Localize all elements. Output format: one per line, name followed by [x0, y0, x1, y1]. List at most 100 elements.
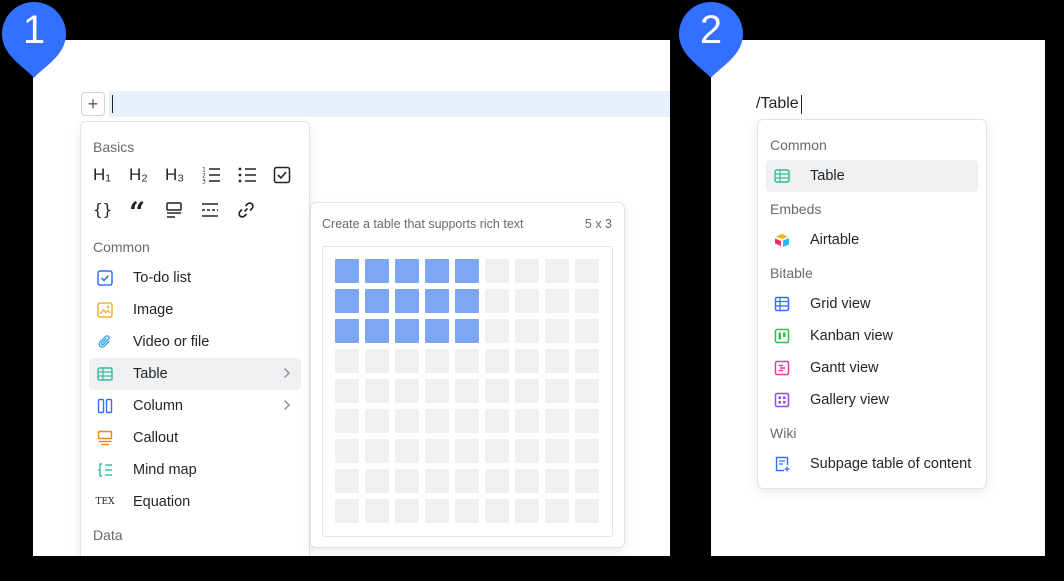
- table-grid-cell[interactable]: [575, 319, 599, 343]
- menu-item-callout[interactable]: Callout: [89, 422, 301, 454]
- table-grid-cell[interactable]: [575, 259, 599, 283]
- table-grid-cell[interactable]: [575, 439, 599, 463]
- menu-item-video-or-file[interactable]: Video or file: [89, 326, 301, 358]
- menu-item-equation[interactable]: TEX Equation: [89, 486, 301, 518]
- table-grid-cell[interactable]: [515, 259, 539, 283]
- dropdown-item-subpage-toc[interactable]: Subpage table of content: [766, 448, 978, 480]
- ordered-list-icon[interactable]: 123: [201, 161, 237, 189]
- dropdown-item-table[interactable]: Table: [766, 160, 978, 192]
- slash-command-input[interactable]: /Table: [756, 95, 799, 113]
- table-grid-cell-selected[interactable]: [335, 319, 359, 343]
- table-grid-cell[interactable]: [365, 409, 389, 433]
- table-grid-cell-selected[interactable]: [395, 289, 419, 313]
- table-grid-cell-selected[interactable]: [425, 259, 449, 283]
- table-grid-cell-selected[interactable]: [335, 259, 359, 283]
- table-grid-cell[interactable]: [335, 439, 359, 463]
- table-grid-cell[interactable]: [365, 499, 389, 523]
- heading2-icon[interactable]: H₂: [129, 161, 165, 189]
- table-grid-cell[interactable]: [455, 439, 479, 463]
- table-grid-cell[interactable]: [545, 259, 569, 283]
- table-grid-cell-selected[interactable]: [365, 319, 389, 343]
- table-grid-cell-selected[interactable]: [455, 289, 479, 313]
- table-grid-cell[interactable]: [485, 319, 509, 343]
- table-grid-cell-selected[interactable]: [395, 319, 419, 343]
- table-grid-cell[interactable]: [575, 469, 599, 493]
- table-grid-cell[interactable]: [335, 349, 359, 373]
- table-grid-cell-selected[interactable]: [425, 319, 449, 343]
- table-grid-cell[interactable]: [455, 349, 479, 373]
- bullet-list-icon[interactable]: [237, 161, 273, 189]
- table-grid-cell[interactable]: [455, 499, 479, 523]
- table-grid-cell[interactable]: [425, 499, 449, 523]
- table-grid-cell[interactable]: [335, 469, 359, 493]
- table-grid-cell[interactable]: [395, 439, 419, 463]
- table-grid-cell[interactable]: [425, 349, 449, 373]
- table-grid-cell[interactable]: [575, 379, 599, 403]
- table-grid-cell[interactable]: [545, 289, 569, 313]
- table-grid-cell[interactable]: [395, 349, 419, 373]
- table-grid-cell[interactable]: [545, 499, 569, 523]
- table-grid-cell-selected[interactable]: [455, 259, 479, 283]
- menu-item-table[interactable]: Table: [89, 358, 301, 390]
- table-grid-cell[interactable]: [335, 379, 359, 403]
- table-grid-cell-selected[interactable]: [395, 259, 419, 283]
- table-grid-cell[interactable]: [395, 379, 419, 403]
- add-block-button[interactable]: +: [81, 92, 105, 116]
- table-grid-cell-selected[interactable]: [455, 319, 479, 343]
- table-grid-cell[interactable]: [485, 439, 509, 463]
- menu-item-todo-list[interactable]: To-do list: [89, 262, 301, 294]
- heading1-icon[interactable]: H₁: [93, 161, 129, 189]
- table-grid-cell[interactable]: [545, 349, 569, 373]
- table-grid-cell[interactable]: [515, 319, 539, 343]
- menu-item-mind-map[interactable]: Mind map: [89, 454, 301, 486]
- divider-icon[interactable]: [201, 196, 237, 224]
- table-grid-cell[interactable]: [425, 439, 449, 463]
- table-grid-cell[interactable]: [455, 469, 479, 493]
- table-grid-cell[interactable]: [575, 499, 599, 523]
- table-grid-cell[interactable]: [455, 409, 479, 433]
- table-grid-cell[interactable]: [575, 409, 599, 433]
- table-grid-cell[interactable]: [545, 439, 569, 463]
- table-grid-cell[interactable]: [365, 379, 389, 403]
- table-grid-cell[interactable]: [575, 349, 599, 373]
- table-grid-cell[interactable]: [545, 379, 569, 403]
- table-grid-cell-selected[interactable]: [365, 259, 389, 283]
- table-grid-cell[interactable]: [365, 469, 389, 493]
- table-grid-cell-selected[interactable]: [425, 289, 449, 313]
- table-grid-cell[interactable]: [545, 319, 569, 343]
- table-grid-cell-selected[interactable]: [365, 289, 389, 313]
- table-grid-cell[interactable]: [485, 349, 509, 373]
- heading3-icon[interactable]: H₃: [165, 161, 201, 189]
- quote-icon[interactable]: “: [129, 196, 165, 224]
- table-grid-cell[interactable]: [485, 379, 509, 403]
- table-grid-cell[interactable]: [455, 379, 479, 403]
- table-grid-cell[interactable]: [515, 469, 539, 493]
- table-grid-cell[interactable]: [515, 409, 539, 433]
- code-block-icon[interactable]: {}: [93, 196, 129, 224]
- table-grid-cell[interactable]: [485, 259, 509, 283]
- table-grid-cell-selected[interactable]: [335, 289, 359, 313]
- table-grid-cell[interactable]: [485, 289, 509, 313]
- table-grid-cell[interactable]: [515, 349, 539, 373]
- table-grid-cell[interactable]: [425, 379, 449, 403]
- table-grid-cell[interactable]: [575, 289, 599, 313]
- dropdown-item-airtable[interactable]: Airtable: [766, 224, 978, 256]
- table-grid-cell[interactable]: [425, 469, 449, 493]
- dropdown-item-gallery-view[interactable]: Gallery view: [766, 384, 978, 416]
- menu-item-column[interactable]: Column: [89, 390, 301, 422]
- table-grid-cell[interactable]: [395, 469, 419, 493]
- quote-block-icon[interactable]: [165, 196, 201, 224]
- table-grid-cell[interactable]: [335, 499, 359, 523]
- table-grid-cell[interactable]: [515, 439, 539, 463]
- dropdown-item-grid-view[interactable]: Grid view: [766, 288, 978, 320]
- table-grid-cell[interactable]: [485, 499, 509, 523]
- table-grid-cell[interactable]: [545, 409, 569, 433]
- dropdown-item-gantt-view[interactable]: Gantt view: [766, 352, 978, 384]
- menu-item-image[interactable]: Image: [89, 294, 301, 326]
- table-grid-cell[interactable]: [485, 409, 509, 433]
- table-grid-cell[interactable]: [365, 439, 389, 463]
- table-grid-cell[interactable]: [335, 409, 359, 433]
- table-grid-cell[interactable]: [515, 289, 539, 313]
- table-grid-cell[interactable]: [395, 409, 419, 433]
- dropdown-item-kanban-view[interactable]: Kanban view: [766, 320, 978, 352]
